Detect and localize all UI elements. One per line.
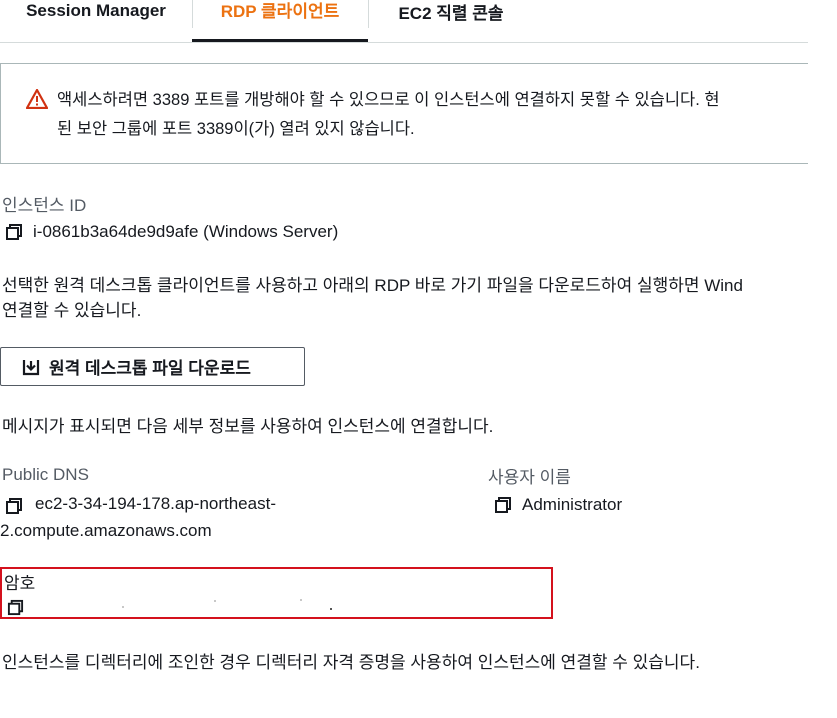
copy-icon[interactable] <box>494 496 512 514</box>
tab-rdp-client[interactable]: RDP 클라이언트 <box>192 0 368 42</box>
connect-prompt-text: 메시지가 표시되면 다음 세부 정보를 사용하여 인스턴스에 연결합니다. <box>2 417 494 436</box>
warning-icon <box>26 89 48 109</box>
username-value: Administrator <box>522 495 623 514</box>
password-label: 암호 <box>4 574 36 593</box>
directory-join-note: 인스턴스를 디렉터리에 조인한 경우 디렉터리 자격 증명을 사용하여 인스턴스… <box>2 653 700 672</box>
public-dns-value-line-1: ec2-3-34-194-178.ap-northeast- <box>35 494 276 513</box>
warning-alert: 액세스하려면 3389 포트를 개방해야 할 수 있으므로 이 인스턴스에 연결… <box>0 63 808 164</box>
copy-icon[interactable] <box>7 599 24 616</box>
redaction-mark <box>122 606 124 608</box>
redaction-mark <box>300 599 302 601</box>
username-row: Administrator <box>494 495 622 515</box>
password-highlight-box: 암호 <box>0 567 553 619</box>
download-rdp-file-button[interactable]: 원격 데스크톱 파일 다운로드 <box>0 347 305 386</box>
redaction-mark <box>214 600 216 602</box>
public-dns-value-line-2: 2.compute.amazonaws.com <box>0 521 212 540</box>
redaction-mark <box>330 608 332 610</box>
alert-message: 액세스하려면 3389 포트를 개방해야 할 수 있으므로 이 인스턴스에 연결… <box>57 86 817 144</box>
copy-icon[interactable] <box>5 223 23 241</box>
description-line-2: 연결할 수 있습니다. <box>2 301 142 320</box>
username-label: 사용자 이름 <box>488 468 571 487</box>
download-icon <box>22 359 40 375</box>
instance-id-row: i-0861b3a64de9d9afe (Windows Server) <box>5 222 338 242</box>
description-line-1: 선택한 원격 데스크톱 클라이언트를 사용하고 아래의 RDP 바로 가기 파일… <box>2 276 743 295</box>
alert-line-1: 액세스하려면 3389 포트를 개방해야 할 수 있으므로 이 인스턴스에 연결… <box>57 91 720 109</box>
tab-ec2-serial-console[interactable]: EC2 직렬 콘솔 <box>368 0 534 42</box>
tab-session-manager[interactable]: Session Manager <box>0 0 192 42</box>
public-dns-label: Public DNS <box>2 465 89 484</box>
instance-id-label: 인스턴스 ID <box>2 196 87 215</box>
rdp-description: 선택한 원격 데스크톱 클라이언트를 사용하고 아래의 RDP 바로 가기 파일… <box>2 273 837 323</box>
download-button-label: 원격 데스크톱 파일 다운로드 <box>49 359 251 378</box>
tab-bar: Session Manager RDP 클라이언트 EC2 직렬 콘솔 <box>0 0 808 43</box>
instance-id-value: i-0861b3a64de9d9afe (Windows Server) <box>33 222 339 241</box>
alert-line-2: 된 보안 그룹에 포트 3389이(가) 열려 있지 않습니다. <box>57 120 415 138</box>
copy-icon[interactable] <box>5 497 23 515</box>
